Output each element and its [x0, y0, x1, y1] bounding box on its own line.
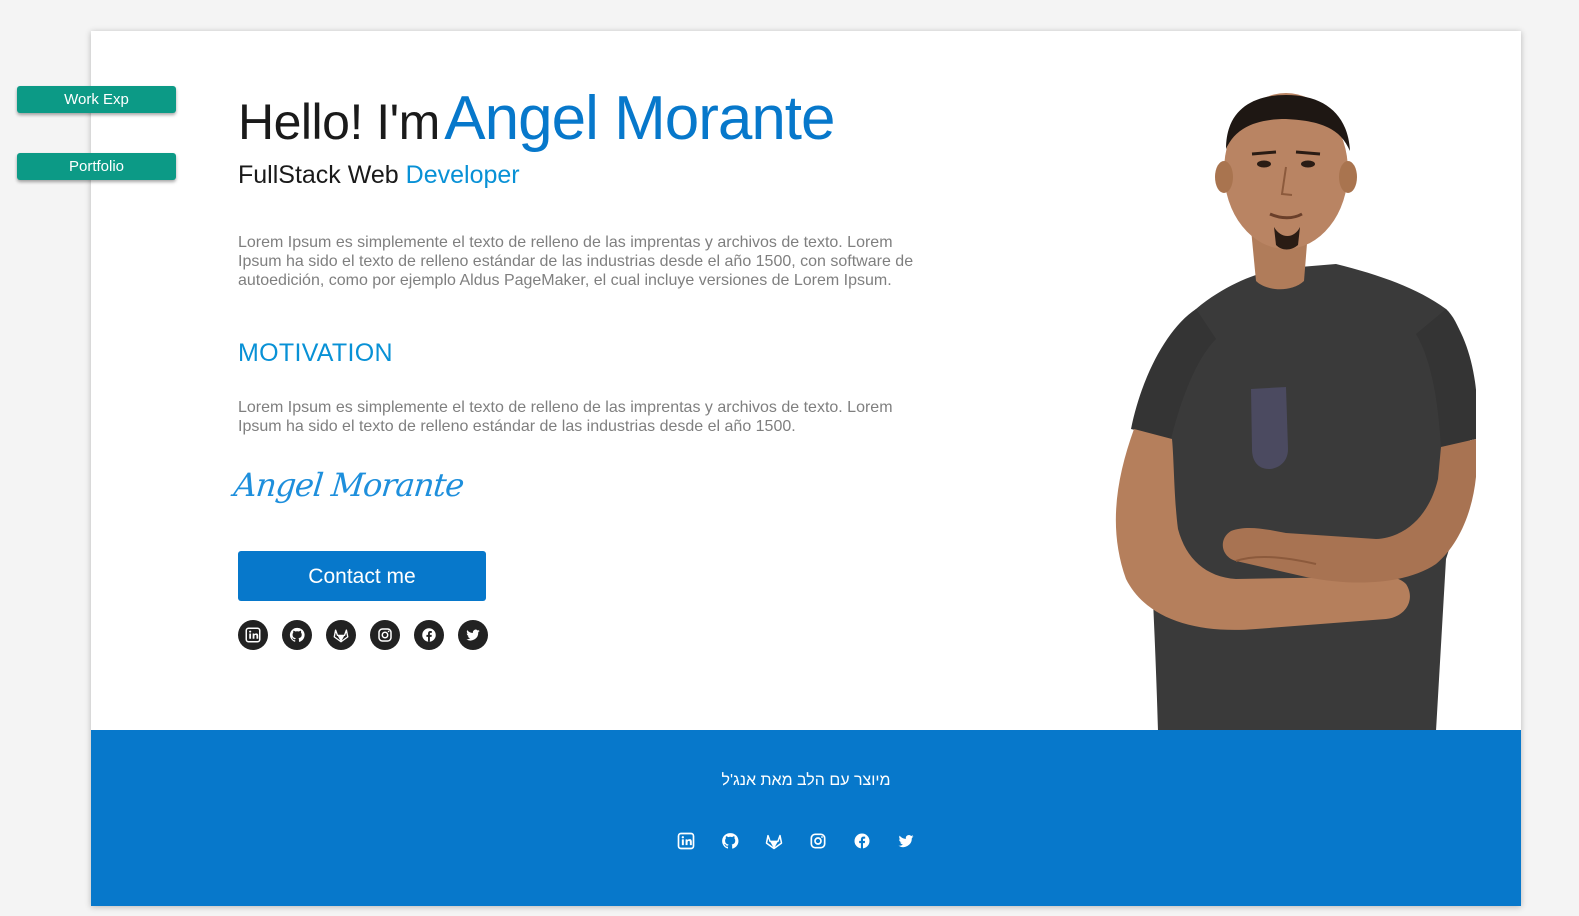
facebook-icon[interactable]	[852, 829, 872, 853]
hero-name: Angel Morante	[444, 84, 835, 153]
footer: מיוצר עם הלב מאת אנג'ל	[91, 730, 1521, 906]
role-prefix: FullStack Web	[238, 161, 399, 189]
footer-credit: מיוצר עם הלב מאת אנג'ל	[721, 772, 891, 789]
work-exp-button[interactable]: Work Exp	[17, 86, 176, 113]
facebook-icon[interactable]	[414, 620, 444, 650]
twitter-icon[interactable]	[896, 829, 916, 853]
gitlab-icon[interactable]	[764, 829, 784, 853]
gitlab-icon[interactable]	[326, 620, 356, 650]
linkedin-icon[interactable]	[676, 829, 696, 853]
contact-me-button[interactable]: Contact me	[238, 551, 486, 601]
greeting-text: Hello! I'm	[238, 94, 440, 150]
github-icon[interactable]	[282, 620, 312, 650]
portfolio-button[interactable]: Portfolio	[17, 153, 176, 180]
instagram-icon[interactable]	[808, 829, 828, 853]
signature: Angel Morante	[232, 466, 466, 504]
twitter-icon[interactable]	[458, 620, 488, 650]
linkedin-icon[interactable]	[238, 620, 268, 650]
intro-paragraph: Lorem Ipsum es simplemente el texto de r…	[238, 234, 914, 289]
github-icon[interactable]	[720, 829, 740, 853]
footer-social-links	[676, 829, 916, 853]
instagram-icon[interactable]	[370, 620, 400, 650]
profile-card: Hello! I'm Angel Morante FullStack Web D…	[91, 31, 1521, 906]
motivation-paragraph: Lorem Ipsum es simplemente el texto de r…	[238, 399, 893, 435]
side-nav: Work Exp Portfolio	[17, 86, 176, 220]
motivation-heading: MOTIVATION	[238, 339, 393, 367]
profile-photo	[1115, 93, 1476, 731]
social-links	[238, 620, 488, 650]
role-accent: Developer	[405, 161, 520, 189]
hero-heading: Hello! I'm Angel Morante	[238, 83, 836, 154]
role-title: FullStack Web Developer	[238, 161, 520, 190]
